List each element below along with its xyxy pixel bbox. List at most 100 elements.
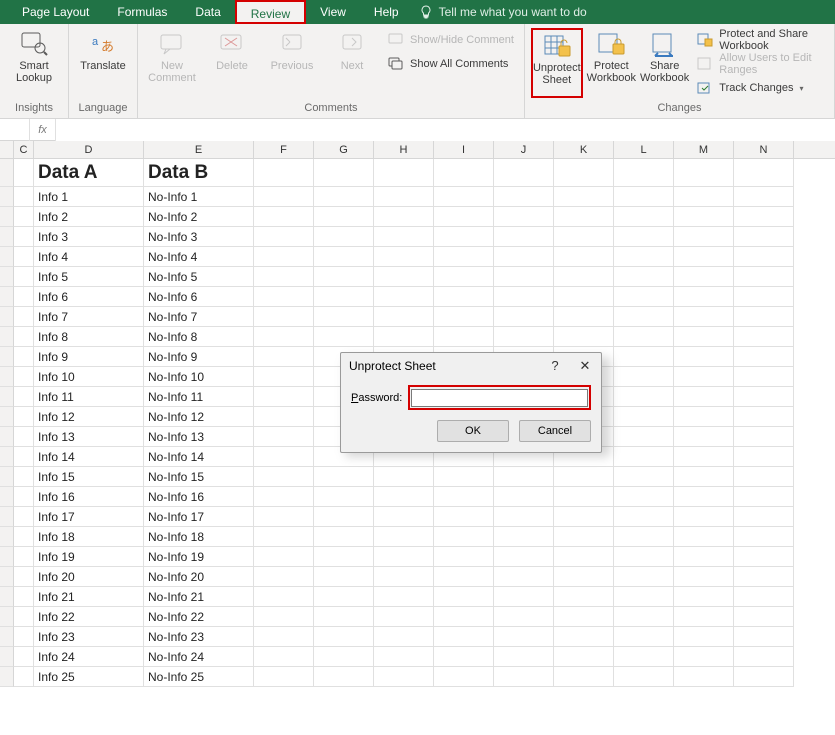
cell[interactable] [734,327,794,347]
cell[interactable] [734,187,794,207]
cell[interactable] [374,187,434,207]
cell[interactable] [614,267,674,287]
cell[interactable]: Info 25 [34,667,144,687]
cell[interactable]: Info 1 [34,187,144,207]
cell[interactable]: Info 11 [34,387,144,407]
select-all-corner[interactable] [0,141,14,158]
row-header[interactable] [0,187,14,207]
cell[interactable] [254,547,314,567]
row-header[interactable] [0,287,14,307]
cell[interactable]: Info 23 [34,627,144,647]
cell[interactable] [314,467,374,487]
cell[interactable] [14,407,34,427]
row-header[interactable] [0,467,14,487]
cell[interactable] [554,227,614,247]
cell[interactable]: Info 6 [34,287,144,307]
cell[interactable] [614,347,674,367]
col-header-m[interactable]: M [674,141,734,158]
cell[interactable]: No-Info 24 [144,647,254,667]
cell[interactable] [614,607,674,627]
cell[interactable] [734,547,794,567]
cell[interactable] [554,607,614,627]
cell[interactable] [494,587,554,607]
next-comment-button[interactable]: Next [324,28,380,98]
cell[interactable] [14,207,34,227]
cell[interactable] [494,227,554,247]
cell[interactable] [14,527,34,547]
cell[interactable] [674,307,734,327]
cell[interactable]: Info 7 [34,307,144,327]
formula-input[interactable] [56,119,835,141]
cell[interactable] [14,507,34,527]
row-header[interactable] [0,407,14,427]
cell[interactable] [314,667,374,687]
cell[interactable] [734,527,794,547]
cell[interactable] [734,367,794,387]
row-header[interactable] [0,387,14,407]
cell[interactable]: No-Info 2 [144,207,254,227]
cell[interactable] [494,627,554,647]
cell[interactable] [254,567,314,587]
cell[interactable] [14,627,34,647]
cell[interactable]: Info 12 [34,407,144,427]
cell[interactable] [434,187,494,207]
cell[interactable] [554,467,614,487]
cell[interactable] [14,367,34,387]
cell[interactable] [734,667,794,687]
cell[interactable] [254,667,314,687]
cell[interactable] [434,667,494,687]
cell[interactable]: No-Info 23 [144,627,254,647]
cell[interactable]: No-Info 8 [144,327,254,347]
cell[interactable] [254,607,314,627]
password-input[interactable] [411,389,588,407]
cell[interactable] [314,307,374,327]
cell[interactable] [614,327,674,347]
cell[interactable] [374,267,434,287]
cell[interactable] [314,627,374,647]
cell[interactable] [254,347,314,367]
protect-and-share-button[interactable]: Protect and Share Workbook [693,30,828,50]
cell[interactable] [254,467,314,487]
cell[interactable] [734,447,794,467]
cell[interactable]: No-Info 22 [144,607,254,627]
cell[interactable] [614,667,674,687]
cell[interactable] [494,307,554,327]
cell[interactable] [374,307,434,327]
cell[interactable] [494,247,554,267]
cell[interactable]: Info 4 [34,247,144,267]
cell[interactable] [314,187,374,207]
cell[interactable] [254,387,314,407]
cancel-button[interactable]: Cancel [519,420,591,442]
cell[interactable] [434,627,494,647]
cell[interactable] [374,547,434,567]
cell[interactable] [14,427,34,447]
row-header[interactable] [0,207,14,227]
cell[interactable] [314,647,374,667]
cell[interactable]: No-Info 3 [144,227,254,247]
cell[interactable] [554,159,614,187]
cell[interactable] [674,387,734,407]
cell[interactable] [734,607,794,627]
cell[interactable] [554,627,614,647]
cell[interactable] [494,287,554,307]
previous-comment-button[interactable]: Previous [264,28,320,98]
cell[interactable] [674,287,734,307]
cell[interactable] [434,207,494,227]
cell[interactable] [494,547,554,567]
cell[interactable] [374,507,434,527]
cell[interactable] [314,507,374,527]
cell[interactable]: No-Info 20 [144,567,254,587]
cell[interactable] [734,647,794,667]
cell[interactable] [14,187,34,207]
cell[interactable] [674,507,734,527]
cell[interactable] [434,287,494,307]
cell[interactable] [254,587,314,607]
tab-view[interactable]: View [306,0,360,24]
cell[interactable] [374,327,434,347]
cell[interactable] [434,567,494,587]
cell[interactable] [494,467,554,487]
track-changes-button[interactable]: Track Changes ▾ [693,78,828,98]
cell[interactable]: Info 20 [34,567,144,587]
cell[interactable] [254,287,314,307]
cell[interactable] [374,467,434,487]
